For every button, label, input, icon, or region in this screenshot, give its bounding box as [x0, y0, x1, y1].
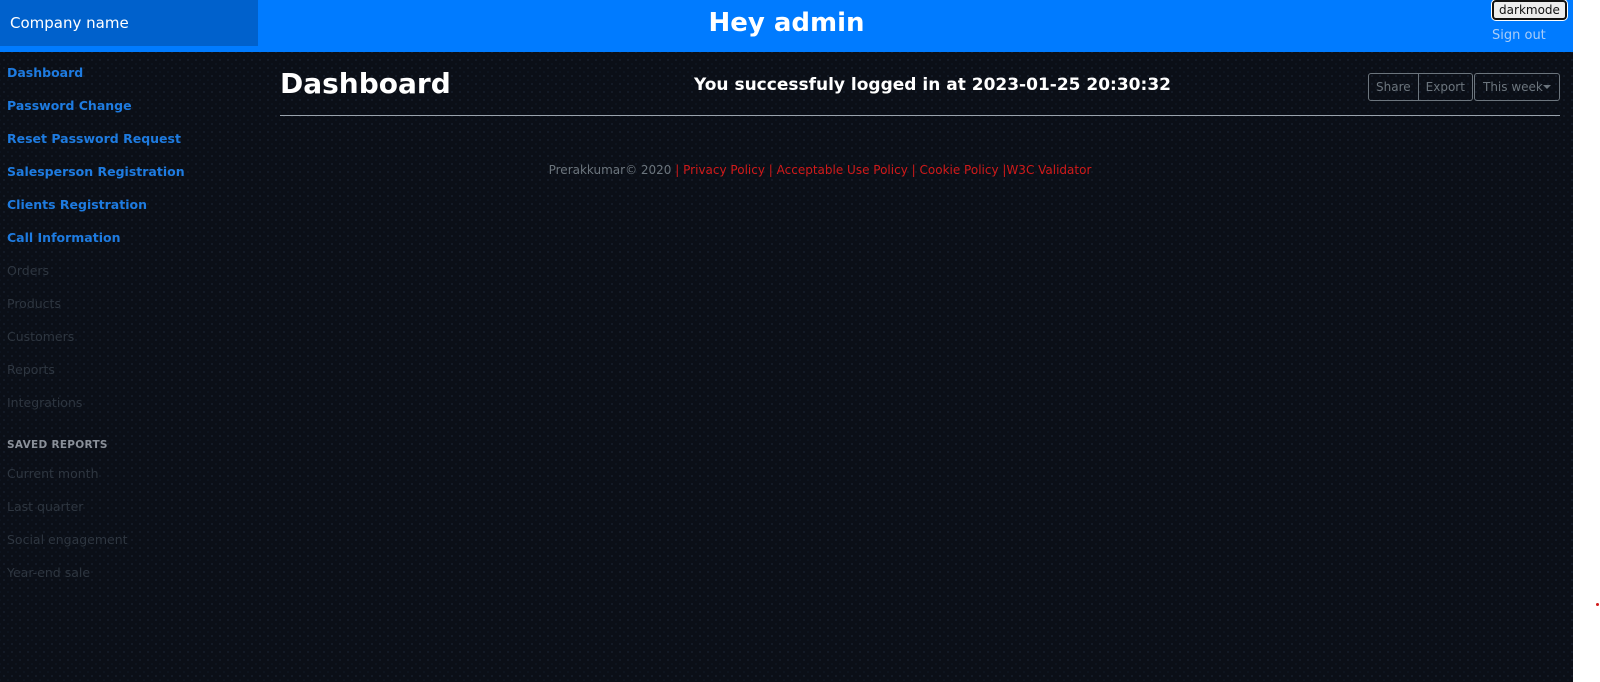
sidebar-item-orders[interactable]: Orders: [7, 263, 49, 278]
sidebar-item-clients-registration[interactable]: Clients Registration: [7, 197, 147, 212]
footer-separator: |: [768, 163, 773, 177]
saved-report-year-end-sale[interactable]: Year-end sale: [7, 565, 90, 580]
footer-copyright: Prerakkumar© 2020: [548, 163, 672, 177]
sidebar-item-dashboard[interactable]: Dashboard: [7, 65, 83, 80]
export-button[interactable]: Export: [1418, 73, 1473, 101]
footer: Prerakkumar© 2020 | Privacy Policy | Acc…: [0, 163, 1600, 177]
footer-separator: |: [911, 163, 916, 177]
share-export-group: Share Export: [1368, 73, 1473, 101]
sidebar-item-reports[interactable]: Reports: [7, 362, 55, 377]
saved-report-social-engagement[interactable]: Social engagement: [7, 532, 128, 547]
sidebar-item-reset-password-request[interactable]: Reset Password Request: [7, 131, 181, 146]
footer-separator: |: [675, 163, 680, 177]
saved-report-last-quarter[interactable]: Last quarter: [7, 499, 83, 514]
top-navbar: Company name Hey admin darkmode Sign out: [0, 0, 1573, 52]
w3c-validator-link[interactable]: W3C Validator: [1006, 163, 1091, 177]
darkmode-toggle-button[interactable]: darkmode: [1492, 0, 1567, 20]
brand-link[interactable]: Company name: [0, 0, 258, 46]
saved-report-current-month[interactable]: Current month: [7, 466, 99, 481]
page-title: Dashboard: [280, 67, 451, 100]
saved-reports-heading: SAVED REPORTS: [7, 439, 108, 451]
sidebar: Dashboard Password Change Reset Password…: [0, 52, 258, 682]
sidebar-item-products[interactable]: Products: [7, 296, 61, 311]
date-range-label: This week: [1483, 80, 1543, 94]
sidebar-item-call-information[interactable]: Call Information: [7, 230, 120, 245]
privacy-policy-link[interactable]: Privacy Policy: [683, 163, 765, 177]
cookie-policy-link[interactable]: Cookie Policy: [920, 163, 999, 177]
chevron-down-icon: [1543, 85, 1551, 89]
acceptable-use-policy-link[interactable]: Acceptable Use Policy: [777, 163, 908, 177]
date-range-dropdown[interactable]: This week: [1474, 73, 1560, 101]
sidebar-item-customers[interactable]: Customers: [7, 329, 74, 344]
app-window: Company name Hey admin darkmode Sign out…: [0, 0, 1573, 682]
sign-out-link[interactable]: Sign out: [1492, 28, 1546, 43]
share-button[interactable]: Share: [1368, 73, 1419, 101]
sidebar-item-integrations[interactable]: Integrations: [7, 395, 82, 410]
sidebar-item-password-change[interactable]: Password Change: [7, 98, 132, 113]
login-status-message: You successfuly logged in at 2023-01-25 …: [694, 75, 1171, 95]
header-divider: [280, 115, 1560, 116]
stray-dot: [1596, 603, 1599, 606]
